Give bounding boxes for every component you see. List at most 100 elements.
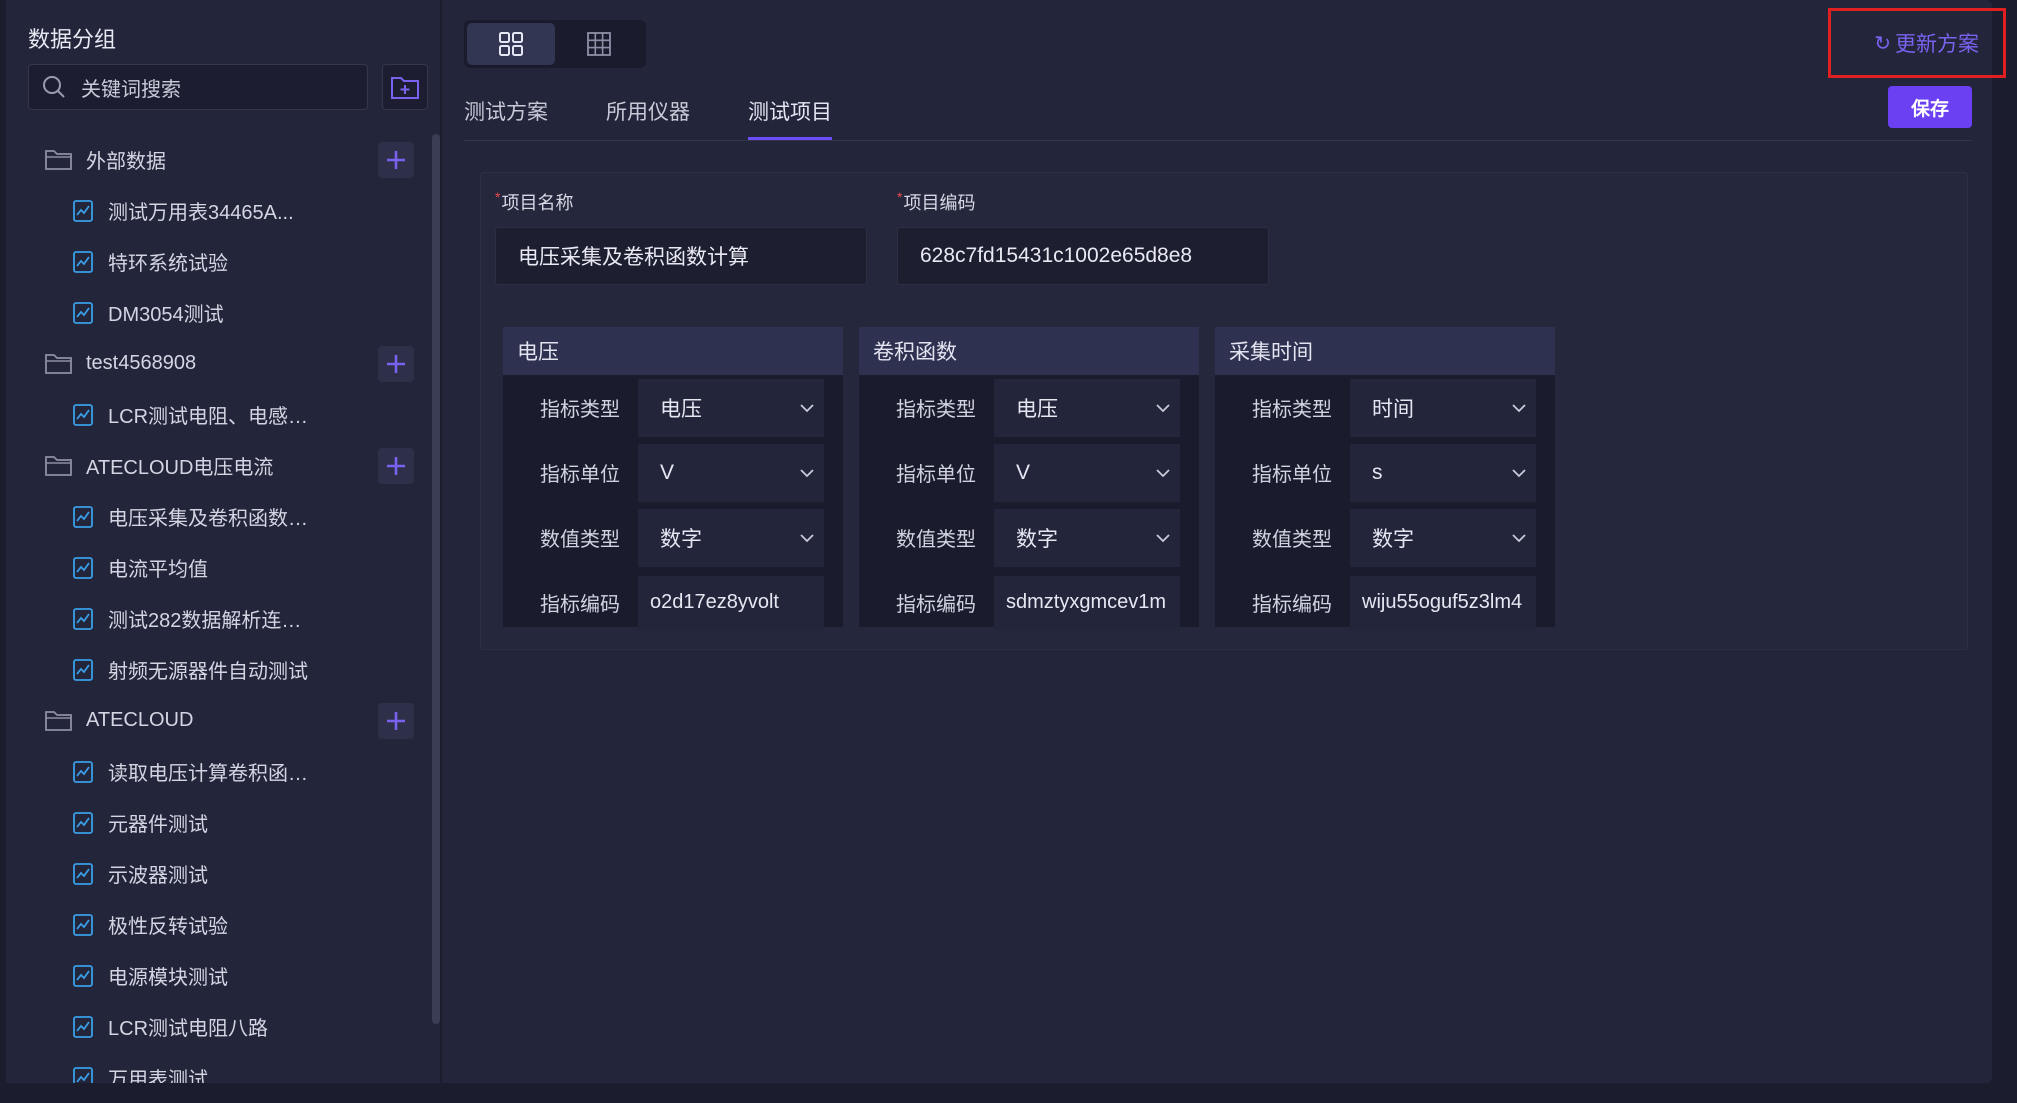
card-row: 指标编码 wiju55oguf5z3lm4 <box>1215 570 1555 635</box>
tree-item-label: 特环系统试验 <box>108 253 228 275</box>
tree-item[interactable]: 特环系统试验 <box>6 236 426 287</box>
row-select[interactable]: 电压 <box>638 378 824 437</box>
tab-test-items[interactable]: 测试项目 <box>748 96 832 140</box>
card-row: 指标编码 o2d17ez8yvolt <box>503 570 843 635</box>
card-row: 数值类型 数字 <box>859 505 1199 570</box>
tree-item-label: LCR测试电阻八路 <box>108 1018 269 1040</box>
indicator-card: 电压 指标类型 电压 指标单位 V 数值类型 数字 指标编码 o2d17ez8yvolt <box>503 327 843 630</box>
tree-item[interactable]: 电源模块测试 <box>6 950 426 1001</box>
search-input[interactable]: 关键词搜索 <box>28 64 368 110</box>
tree-item-label: 射频无源器件自动测试 <box>108 661 308 683</box>
tree-item[interactable]: 测试万用表34465A... <box>6 185 426 236</box>
row-select-value: 数字 <box>1016 527 1058 551</box>
plus-icon <box>387 457 405 475</box>
chart-file-icon <box>73 658 93 681</box>
row-select[interactable]: V <box>638 443 824 502</box>
data-group-tree: 外部数据测试万用表34465A... 特环系统试验 DM3054测试 test4568… <box>6 134 426 1083</box>
chevron-down-icon <box>800 403 814 412</box>
search-icon <box>43 76 65 98</box>
row-input[interactable]: sdmztyxgmcev1m <box>994 575 1180 630</box>
tree-item-label: 电流平均值 <box>108 559 208 581</box>
row-select-value: 电压 <box>1016 397 1058 421</box>
tab-test-plan[interactable]: 测试方案 <box>464 96 548 140</box>
chart-file-icon <box>73 964 93 987</box>
tree-item[interactable]: 测试282数据解析连接器 <box>6 593 426 644</box>
add-item-button[interactable] <box>378 448 414 484</box>
add-item-button[interactable] <box>378 703 414 739</box>
view-toggle <box>464 20 646 68</box>
sidebar-scrollbar[interactable] <box>432 134 440 1024</box>
tree-group-label: test4568908 <box>86 352 197 374</box>
row-select-value: 电压 <box>660 397 702 421</box>
save-button[interactable]: 保存 <box>1888 86 1972 128</box>
tab-instruments[interactable]: 所用仪器 <box>606 96 690 140</box>
tree-item[interactable]: 读取电压计算卷积函数2 <box>6 746 426 797</box>
card-row: 指标单位 V <box>859 440 1199 505</box>
required-mark: * <box>897 189 903 205</box>
row-select[interactable]: s <box>1350 443 1536 502</box>
folder-icon <box>45 455 72 476</box>
card-row: 指标单位 V <box>503 440 843 505</box>
add-item-button[interactable] <box>378 142 414 178</box>
tree-group[interactable]: ATECLOUD <box>6 695 426 746</box>
tab-underline-divider <box>464 140 1972 141</box>
row-select-value: 数字 <box>660 527 702 551</box>
tree-item[interactable]: DM3054测试 <box>6 287 426 338</box>
project-code-field[interactable]: 628c7fd15431c1002e65d8e8 <box>897 227 1269 285</box>
tree-group-label: ATECLOUD <box>86 709 194 731</box>
tree-item-label: 万用表测试 <box>108 1069 208 1083</box>
tree-item-label: 元器件测试 <box>108 814 208 836</box>
row-select[interactable]: 数字 <box>1350 508 1536 567</box>
new-folder-button[interactable] <box>382 64 428 110</box>
row-select-value: 时间 <box>1372 397 1414 421</box>
row-select[interactable]: 时间 <box>1350 378 1536 437</box>
row-input[interactable]: o2d17ez8yvolt <box>638 575 824 630</box>
chevron-down-icon <box>1156 533 1170 542</box>
card-view-button[interactable] <box>467 23 555 65</box>
card-title: 卷积函数 <box>859 327 1199 375</box>
sidebar-title: 数据分组 <box>28 27 117 52</box>
row-select-value: V <box>660 460 675 484</box>
tree-item[interactable]: 电压采集及卷积函数计算 <box>6 491 426 542</box>
indicator-card: 采集时间 指标类型 时间 指标单位 s 数值类型 数字 指标编码 wiju55oguf5z3lm… <box>1215 327 1555 630</box>
tree-item[interactable]: LCR测试电阻八路 <box>6 1001 426 1052</box>
tree-group[interactable]: ATECLOUD电压电流 <box>6 440 426 491</box>
add-item-button[interactable] <box>378 346 414 382</box>
card-row: 数值类型 数字 <box>503 505 843 570</box>
plus-icon <box>387 712 405 730</box>
table-view-button[interactable] <box>555 23 643 65</box>
test-item-panel: *项目名称 电压采集及卷积函数计算 *项目编码 628c7fd15431c100… <box>480 172 1968 650</box>
tree-group[interactable]: test4568908 <box>6 338 426 389</box>
card-row: 指标单位 s <box>1215 440 1555 505</box>
tree-item[interactable]: 万用表测试 <box>6 1052 426 1083</box>
row-select-value: s <box>1372 460 1383 484</box>
update-plan-button[interactable]: ↻ 更新方案 <box>1828 8 2006 78</box>
card-row: 数值类型 数字 <box>1215 505 1555 570</box>
tree-item-label: DM3054测试 <box>108 304 224 326</box>
tree-group[interactable]: 外部数据 <box>6 134 426 185</box>
chart-file-icon <box>73 505 93 528</box>
project-name-field[interactable]: 电压采集及卷积函数计算 <box>495 227 867 285</box>
tree-item[interactable]: 元器件测试 <box>6 797 426 848</box>
row-label: 指标编码 <box>1252 594 1332 616</box>
chevron-down-icon <box>1512 403 1526 412</box>
grid-view-icon <box>499 32 523 56</box>
row-select[interactable]: 电压 <box>994 378 1180 437</box>
tree-item[interactable]: LCR测试电阻、电感八路 <box>6 389 426 440</box>
row-select[interactable]: V <box>994 443 1180 502</box>
tree-item[interactable]: 极性反转试验 <box>6 899 426 950</box>
chart-file-icon <box>73 403 93 426</box>
tree-item[interactable]: 电流平均值 <box>6 542 426 593</box>
card-row: 指标类型 电压 <box>859 375 1199 440</box>
tree-item[interactable]: 示波器测试 <box>6 848 426 899</box>
chart-file-icon <box>73 607 93 630</box>
row-input[interactable]: wiju55oguf5z3lm4 <box>1350 575 1536 630</box>
tree-item-label: 示波器测试 <box>108 865 208 887</box>
tree-group-label: 外部数据 <box>86 151 166 173</box>
row-label: 数值类型 <box>540 529 620 551</box>
chevron-down-icon <box>1512 533 1526 542</box>
row-select[interactable]: 数字 <box>638 508 824 567</box>
tree-item[interactable]: 射频无源器件自动测试 <box>6 644 426 695</box>
row-select[interactable]: 数字 <box>994 508 1180 567</box>
folder-add-icon <box>391 77 419 99</box>
